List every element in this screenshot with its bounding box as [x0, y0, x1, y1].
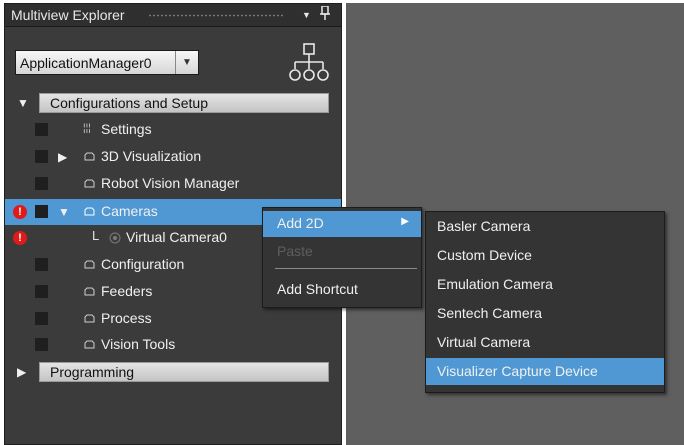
- folder-icon: [84, 207, 95, 216]
- status-square: [35, 177, 48, 190]
- tree-item-label: Robot Vision Manager: [101, 175, 240, 191]
- expand-icon[interactable]: ▶: [58, 150, 67, 164]
- application-manager-value: ApplicationManager0: [20, 55, 152, 71]
- panel-titlebar: Multiview Explorer ▼: [5, 4, 341, 27]
- panel-title: Multiview Explorer: [11, 7, 125, 23]
- menu-item-label: Visualizer Capture Device: [437, 363, 598, 379]
- status-square: [35, 205, 48, 218]
- menu-item-add-shortcut[interactable]: Add Shortcut: [263, 277, 421, 303]
- application-manager-select[interactable]: ApplicationManager0 ▼: [15, 50, 199, 75]
- section-header-bar[interactable]: Programming: [39, 362, 329, 382]
- add-2d-submenu: Basler Camera Custom Device Emulation Ca…: [425, 211, 665, 393]
- submenu-item-sentech-camera[interactable]: Sentech Camera: [426, 300, 664, 327]
- error-icon: !: [13, 205, 27, 219]
- tree-item-label: Virtual Camera0: [126, 229, 227, 245]
- status-square: [35, 312, 48, 325]
- folder-icon: [84, 287, 95, 296]
- tree-item-label: Cameras: [101, 203, 158, 219]
- expand-icon[interactable]: ▶: [17, 365, 26, 379]
- menu-item-label: Custom Device: [437, 247, 532, 263]
- tree-item-label: Process: [101, 310, 152, 326]
- menu-item-label: Add 2D: [277, 215, 324, 231]
- tree-item-robot-vision-manager[interactable]: Robot Vision Manager: [5, 171, 341, 197]
- context-menu: Add 2D ▶ Paste Add Shortcut: [262, 207, 422, 308]
- camera-icon: [109, 232, 121, 244]
- folder-icon: [84, 260, 95, 269]
- menu-item-label: Paste: [277, 243, 313, 259]
- folder-icon: [84, 340, 95, 349]
- menu-item-label: Sentech Camera: [437, 305, 543, 321]
- menu-item-paste[interactable]: Paste: [263, 239, 421, 265]
- tree-item-3d-visualization[interactable]: ▶ 3D Visualization: [5, 144, 341, 170]
- hierarchy-icon[interactable]: [287, 42, 331, 88]
- pin-icon[interactable]: [320, 5, 330, 23]
- status-square: [35, 150, 48, 163]
- folder-icon: [84, 314, 95, 323]
- tree-item-label: Configuration: [101, 256, 185, 272]
- settings-icon: ¦¦¦: [83, 123, 91, 134]
- folder-icon: [84, 179, 95, 188]
- submenu-item-visualizer-capture-device[interactable]: Visualizer Capture Device: [426, 358, 664, 385]
- submenu-item-basler-camera[interactable]: Basler Camera: [426, 213, 664, 240]
- tree-item-label: 3D Visualization: [101, 148, 202, 164]
- status-square: [35, 338, 48, 351]
- error-icon: !: [13, 231, 27, 245]
- section-programming[interactable]: ▶ Programming: [17, 362, 331, 382]
- section-header-bar[interactable]: Configurations and Setup: [39, 93, 329, 113]
- menu-separator: [275, 268, 417, 269]
- submenu-item-custom-device[interactable]: Custom Device: [426, 242, 664, 269]
- menu-item-label: Add Shortcut: [277, 281, 358, 297]
- submenu-arrow-icon: ▶: [401, 216, 409, 227]
- titlebar-grip[interactable]: [148, 14, 284, 17]
- submenu-item-virtual-camera[interactable]: Virtual Camera: [426, 329, 664, 356]
- dropdown-icon[interactable]: ▼: [302, 10, 311, 20]
- menu-item-label: Virtual Camera: [437, 334, 531, 350]
- chevron-down-icon[interactable]: ▼: [175, 51, 198, 74]
- status-square: [35, 258, 48, 271]
- tree-item-label: Feeders: [101, 283, 153, 299]
- tree-line-icon: L: [92, 228, 100, 243]
- submenu-item-emulation-camera[interactable]: Emulation Camera: [426, 271, 664, 298]
- tree-item-vision-tools[interactable]: Vision Tools: [5, 332, 341, 358]
- collapse-icon[interactable]: ▼: [17, 96, 29, 110]
- menu-item-label: Emulation Camera: [437, 276, 553, 292]
- status-square: [35, 123, 48, 136]
- menu-item-add-2d[interactable]: Add 2D ▶: [263, 211, 421, 237]
- section-configurations-and-setup[interactable]: ▼ Configurations and Setup: [17, 93, 331, 113]
- section-label: Programming: [50, 364, 135, 380]
- menu-item-label: Basler Camera: [437, 218, 531, 234]
- collapse-icon[interactable]: ▼: [58, 205, 70, 219]
- tree-item-label: Vision Tools: [101, 336, 176, 352]
- tree-item-label: Settings: [101, 121, 152, 137]
- status-square: [35, 285, 48, 298]
- section-label: Configurations and Setup: [50, 95, 208, 111]
- folder-icon: [84, 152, 95, 161]
- tree-item-settings[interactable]: ¦¦¦ Settings: [5, 117, 341, 143]
- tree-item-process[interactable]: Process: [5, 306, 341, 332]
